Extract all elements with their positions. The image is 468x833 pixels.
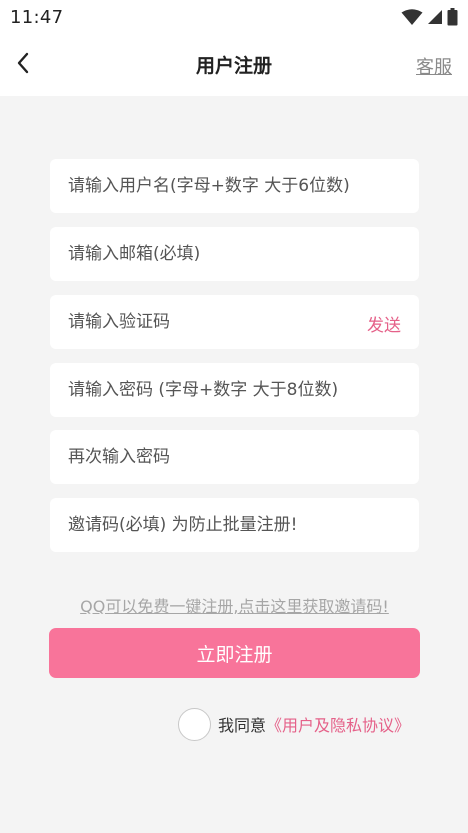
agreement-row: 我同意 《用户及隐私协议》 [178, 706, 410, 742]
verification-code-field: 发送 [50, 295, 419, 349]
verification-code-input[interactable] [68, 312, 338, 332]
signal-icon [428, 10, 442, 24]
status-time: 11:47 [10, 6, 64, 28]
status-icons [401, 8, 458, 26]
status-bar: 11:47 [0, 0, 468, 34]
customer-service-link[interactable]: 客服 [416, 53, 452, 79]
page-title: 用户注册 [195, 55, 272, 77]
password-confirm-field [50, 430, 419, 484]
header: 用户注册 客服 [0, 34, 468, 96]
email-field [50, 227, 419, 281]
username-field [50, 159, 419, 213]
password-confirm-input[interactable] [68, 447, 401, 467]
wifi-icon [401, 8, 423, 25]
invite-code-field [50, 498, 419, 552]
send-code-button[interactable]: 发送 [367, 311, 401, 336]
password-input[interactable] [68, 380, 401, 400]
password-field [50, 363, 419, 417]
invite-code-input[interactable] [68, 515, 401, 535]
privacy-agreement-link[interactable]: 《用户及隐私协议》 [266, 712, 410, 736]
agreement-checkbox[interactable] [178, 707, 211, 741]
qq-invite-link[interactable]: QQ可以免费一键注册,点击这里获取邀请码! [50, 593, 419, 617]
agreement-prefix: 我同意 [218, 716, 267, 735]
register-button[interactable]: 立即注册 [49, 628, 420, 678]
email-input[interactable] [68, 244, 401, 264]
username-input[interactable] [68, 176, 401, 196]
battery-icon [447, 8, 458, 26]
